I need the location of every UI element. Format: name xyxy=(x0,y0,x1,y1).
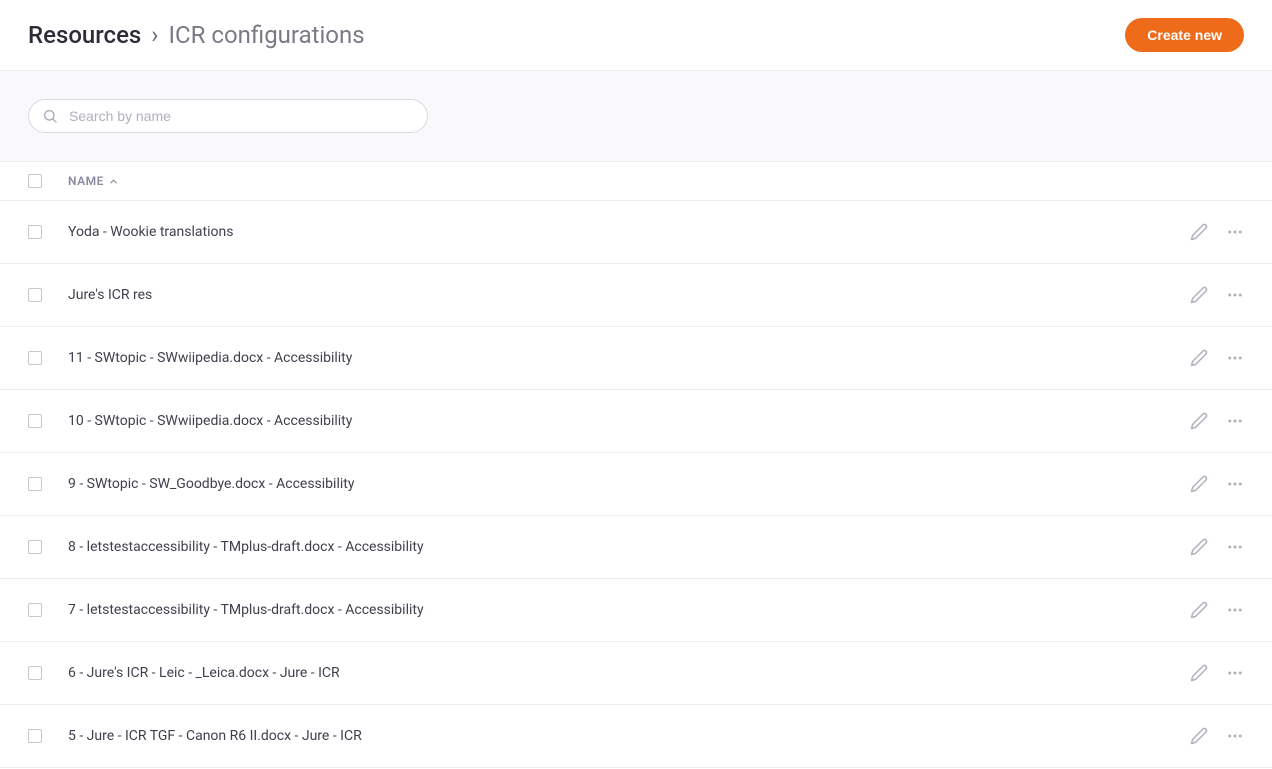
edit-icon[interactable] xyxy=(1190,412,1208,430)
row-select-cell xyxy=(28,351,68,365)
more-icon[interactable] xyxy=(1226,412,1244,430)
row-checkbox[interactable] xyxy=(28,729,42,743)
more-icon[interactable] xyxy=(1226,664,1244,682)
row-actions xyxy=(1190,727,1244,745)
table-row: Yoda - Wookie translations xyxy=(0,201,1272,264)
more-icon[interactable] xyxy=(1226,601,1244,619)
edit-icon[interactable] xyxy=(1190,223,1208,241)
row-select-cell xyxy=(28,540,68,554)
row-checkbox[interactable] xyxy=(28,351,42,365)
row-select-cell xyxy=(28,288,68,302)
select-all-cell xyxy=(28,174,68,188)
row-checkbox[interactable] xyxy=(28,603,42,617)
search-wrap xyxy=(28,99,428,133)
row-checkbox[interactable] xyxy=(28,477,42,491)
edit-icon[interactable] xyxy=(1190,475,1208,493)
sort-asc-icon xyxy=(108,176,119,187)
row-actions xyxy=(1190,286,1244,304)
row-actions xyxy=(1190,538,1244,556)
breadcrumb-current: ICR configurations xyxy=(169,21,365,49)
row-select-cell xyxy=(28,225,68,239)
row-select-cell xyxy=(28,603,68,617)
row-name[interactable]: 10 - SWtopic - SWwiipedia.docx - Accessi… xyxy=(68,413,1190,429)
row-name[interactable]: 9 - SWtopic - SW_Goodbye.docx - Accessib… xyxy=(68,476,1190,492)
page-header: Resources › ICR configurations Create ne… xyxy=(0,0,1272,70)
more-icon[interactable] xyxy=(1226,349,1244,367)
breadcrumb-separator: › xyxy=(151,21,158,49)
more-icon[interactable] xyxy=(1226,475,1244,493)
search-input[interactable] xyxy=(28,99,428,133)
row-actions xyxy=(1190,412,1244,430)
breadcrumb-root[interactable]: Resources xyxy=(28,21,141,49)
row-actions xyxy=(1190,601,1244,619)
more-icon[interactable] xyxy=(1226,286,1244,304)
select-all-checkbox[interactable] xyxy=(28,174,42,188)
row-checkbox[interactable] xyxy=(28,540,42,554)
table-row: 11 - SWtopic - SWwiipedia.docx - Accessi… xyxy=(0,327,1272,390)
table-row: 9 - SWtopic - SW_Goodbye.docx - Accessib… xyxy=(0,453,1272,516)
row-actions xyxy=(1190,475,1244,493)
more-icon[interactable] xyxy=(1226,538,1244,556)
row-checkbox[interactable] xyxy=(28,666,42,680)
row-name[interactable]: 6 - Jure's ICR - Leic - _Leica.docx - Ju… xyxy=(68,665,1190,681)
row-checkbox[interactable] xyxy=(28,414,42,428)
breadcrumb: Resources › ICR configurations xyxy=(28,21,365,49)
table-row: 7 - letstestaccessibility - TMplus-draft… xyxy=(0,579,1272,642)
row-name[interactable]: 11 - SWtopic - SWwiipedia.docx - Accessi… xyxy=(68,350,1190,366)
row-name[interactable]: 8 - letstestaccessibility - TMplus-draft… xyxy=(68,539,1190,555)
table-header: NAME xyxy=(0,162,1272,201)
table-row: 6 - Jure's ICR - Leic - _Leica.docx - Ju… xyxy=(0,642,1272,705)
column-header-name[interactable]: NAME xyxy=(68,174,119,188)
row-actions xyxy=(1190,349,1244,367)
row-name[interactable]: 7 - letstestaccessibility - TMplus-draft… xyxy=(68,602,1190,618)
table-body: Yoda - Wookie translations Jure's ICR res… xyxy=(0,201,1272,768)
row-select-cell xyxy=(28,477,68,491)
column-header-name-label: NAME xyxy=(68,174,104,188)
filter-bar xyxy=(0,70,1272,162)
table-row: 5 - Jure - ICR TGF - Canon R6 II.docx - … xyxy=(0,705,1272,768)
edit-icon[interactable] xyxy=(1190,727,1208,745)
row-actions xyxy=(1190,664,1244,682)
edit-icon[interactable] xyxy=(1190,538,1208,556)
edit-icon[interactable] xyxy=(1190,286,1208,304)
row-select-cell xyxy=(28,729,68,743)
row-checkbox[interactable] xyxy=(28,288,42,302)
table-row: 10 - SWtopic - SWwiipedia.docx - Accessi… xyxy=(0,390,1272,453)
row-checkbox[interactable] xyxy=(28,225,42,239)
row-select-cell xyxy=(28,414,68,428)
table-row: Jure's ICR res xyxy=(0,264,1272,327)
more-icon[interactable] xyxy=(1226,727,1244,745)
more-icon[interactable] xyxy=(1226,223,1244,241)
edit-icon[interactable] xyxy=(1190,601,1208,619)
edit-icon[interactable] xyxy=(1190,349,1208,367)
row-name[interactable]: 5 - Jure - ICR TGF - Canon R6 II.docx - … xyxy=(68,728,1190,744)
edit-icon[interactable] xyxy=(1190,664,1208,682)
row-actions xyxy=(1190,223,1244,241)
create-new-button[interactable]: Create new xyxy=(1125,18,1244,52)
table-row: 8 - letstestaccessibility - TMplus-draft… xyxy=(0,516,1272,579)
row-name[interactable]: Jure's ICR res xyxy=(68,287,1190,303)
row-name[interactable]: Yoda - Wookie translations xyxy=(68,224,1190,240)
row-select-cell xyxy=(28,666,68,680)
